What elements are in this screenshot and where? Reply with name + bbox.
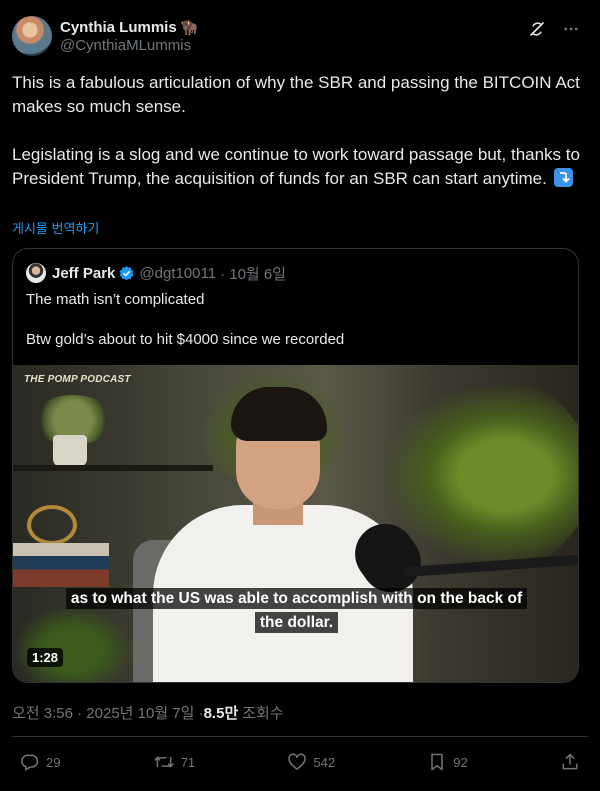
like-icon: [287, 752, 307, 772]
reply-count: 29: [46, 754, 61, 770]
views-label: 조회수: [242, 705, 284, 722]
bookmark-icon: [427, 752, 447, 772]
quote-avatar: [26, 263, 46, 283]
tweet-paragraph-2: Legislating is a slog and we continue to…: [12, 143, 588, 191]
caption-line-2-text: the dollar.: [254, 612, 339, 633]
grok-icon[interactable]: [528, 20, 546, 38]
tweet-meta: 오전 3:56 · 2025년 10월 7일 · 8.5만 조회수: [12, 702, 284, 723]
tweet-header: Cynthia Lummis 🦬 @CynthiaMLummis: [12, 16, 588, 60]
more-icon[interactable]: [562, 20, 580, 38]
tweet-paragraph-1: This is a fabulous articulation of why t…: [12, 73, 580, 116]
quote-line-2: Btw gold’s about to hit $4000 since we r…: [26, 331, 345, 348]
quote-header: Jeff Park @dgt10011 · 10월 6일: [26, 263, 286, 283]
podcast-logo: THE POMP PODCAST: [24, 374, 131, 385]
caption-line-1: as to what the US was able to accomplish…: [13, 587, 578, 611]
reply-icon: [20, 752, 40, 772]
shelf: [13, 465, 213, 471]
quoted-tweet[interactable]: Jeff Park @dgt10011 · 10월 6일 The math is…: [12, 248, 579, 683]
repost-icon: [153, 752, 175, 772]
bookmark-button[interactable]: 92: [427, 752, 468, 772]
divider: [12, 736, 588, 737]
share-icon: [560, 752, 580, 772]
bookmark-count: 92: [453, 754, 468, 770]
tweet-paragraph-2-text: Legislating is a slog and we continue to…: [12, 145, 580, 188]
author-display-name[interactable]: Cynthia Lummis 🦬: [60, 17, 198, 37]
video-duration: 1:28: [27, 648, 64, 667]
like-button[interactable]: 542: [287, 752, 335, 772]
reply-button[interactable]: 29: [20, 752, 60, 772]
caption-line-1-text: as to what the US was able to accomplish…: [65, 588, 528, 609]
share-button[interactable]: [560, 752, 580, 772]
author-avatar[interactable]: [12, 16, 52, 56]
caption-line-2: the dollar.: [13, 611, 578, 635]
quote-author-handle: @dgt10011: [139, 264, 217, 282]
author-name-text[interactable]: Cynthia Lummis: [60, 19, 177, 36]
views-count: 8.5만: [203, 705, 239, 722]
down-right-arrow-icon: [553, 168, 573, 187]
translate-link[interactable]: 게시물 번역하기: [12, 218, 99, 237]
action-bar: 29 71 542 92: [20, 751, 580, 773]
tweet-body: This is a fabulous articulation of why t…: [12, 71, 588, 191]
sculpture: [27, 505, 77, 545]
quote-author-name: Jeff Park: [52, 264, 116, 282]
header-actions: [528, 20, 580, 38]
quote-body: The math isn’t complicated Btw gold’s ab…: [26, 290, 566, 350]
repost-button[interactable]: 71: [153, 752, 195, 772]
timestamp[interactable]: 오전 3:56 · 2025년 10월 7일 ·: [12, 702, 204, 723]
quote-date: · 10월 6일: [220, 265, 287, 283]
books: [13, 543, 109, 587]
quote-line-1: The math isn’t complicated: [26, 291, 205, 308]
like-count: 542: [313, 754, 336, 770]
bison-emoji: 🦬: [180, 18, 199, 35]
repost-count: 71: [180, 754, 196, 770]
verified-icon: [118, 265, 135, 282]
author-names: Cynthia Lummis 🦬 @CynthiaMLummis: [60, 17, 198, 57]
vase: [53, 435, 87, 467]
author-handle[interactable]: @CynthiaMLummis: [60, 37, 198, 57]
video-player[interactable]: THE POMP PODCAST as to what the US was a…: [13, 365, 578, 682]
